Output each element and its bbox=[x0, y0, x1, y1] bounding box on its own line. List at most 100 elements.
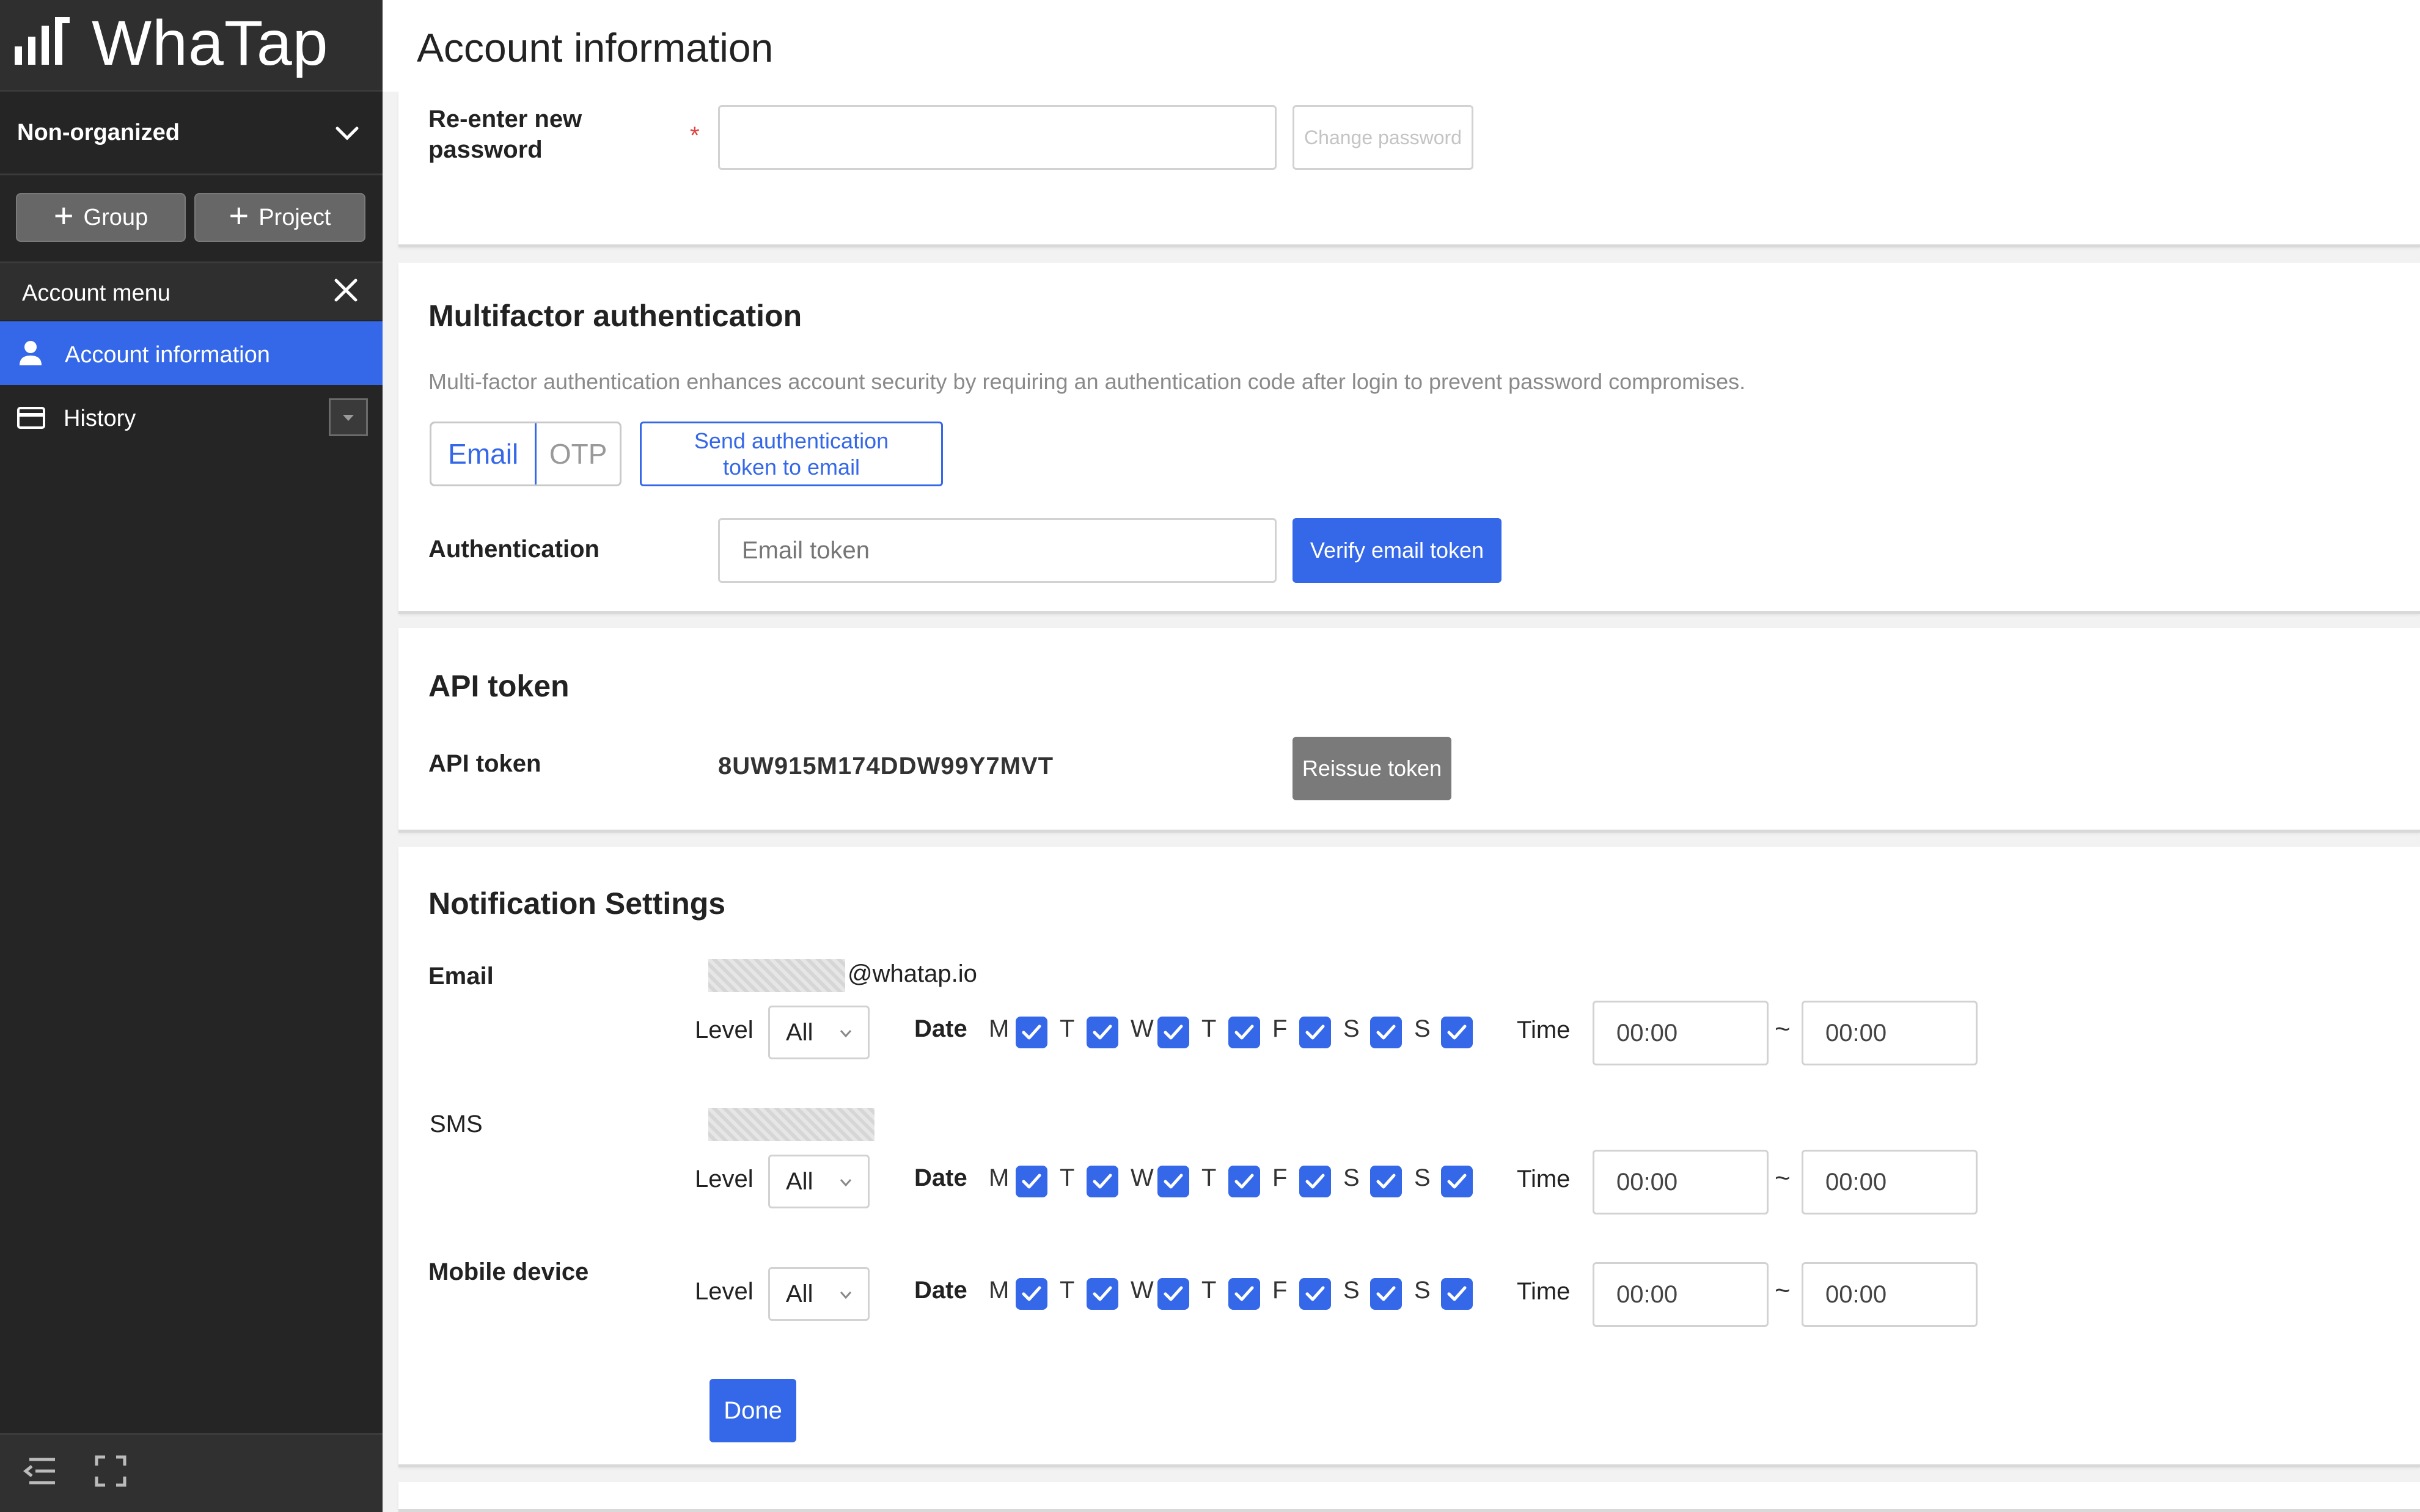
reenter-password-label: Re-enter new password bbox=[428, 106, 582, 163]
check-icon bbox=[1234, 1174, 1254, 1189]
time-to-input[interactable]: 00:00 bbox=[1802, 1001, 1978, 1065]
level-select[interactable]: All bbox=[768, 1155, 870, 1208]
day-checkbox[interactable] bbox=[1299, 1017, 1331, 1048]
verify-email-token-button[interactable]: Verify email token bbox=[1292, 518, 1502, 583]
required-mark: * bbox=[690, 122, 700, 149]
add-group-button[interactable]: + Group bbox=[16, 193, 186, 242]
level-value: All bbox=[786, 1280, 813, 1307]
level-select[interactable]: All bbox=[768, 1006, 870, 1059]
day-checkbox[interactable] bbox=[1370, 1278, 1402, 1310]
check-icon bbox=[1376, 1286, 1396, 1301]
day-checkbox[interactable] bbox=[1087, 1278, 1118, 1310]
redacted-email-username bbox=[708, 959, 845, 992]
day-label: S bbox=[1343, 1164, 1360, 1191]
day-checkbox[interactable] bbox=[1441, 1166, 1473, 1197]
api-token-label: API token bbox=[428, 750, 541, 777]
sidebar-item-account-information[interactable]: Account information bbox=[0, 321, 383, 385]
day-label: S bbox=[1343, 1015, 1360, 1042]
check-icon bbox=[1022, 1286, 1041, 1301]
reissue-token-button[interactable]: Reissue token bbox=[1292, 737, 1451, 800]
day-checkbox[interactable] bbox=[1016, 1017, 1047, 1048]
day-label: F bbox=[1272, 1015, 1288, 1042]
card-icon bbox=[17, 407, 45, 429]
day-checkbox[interactable] bbox=[1370, 1017, 1402, 1048]
day-checkbox[interactable] bbox=[1016, 1166, 1047, 1197]
date-label: Date bbox=[914, 1164, 967, 1191]
add-project-button[interactable]: + Project bbox=[194, 193, 365, 242]
time-to-input[interactable]: 00:00 bbox=[1802, 1150, 1978, 1214]
sms-channel-label: SMS bbox=[430, 1111, 483, 1138]
sidebar-item-history[interactable]: History bbox=[0, 386, 383, 447]
method-email-option[interactable]: Email bbox=[431, 423, 537, 484]
day-checkbox[interactable] bbox=[1441, 1017, 1473, 1048]
plus-icon: + bbox=[53, 196, 74, 235]
level-label: Level bbox=[695, 1166, 754, 1192]
send-auth-token-button[interactable]: Send authentication token to email bbox=[640, 422, 943, 486]
organization-label: Non-organized bbox=[17, 120, 180, 145]
level-value: All bbox=[786, 1018, 813, 1046]
chevron-down-icon bbox=[840, 1291, 852, 1299]
day-checkbox[interactable] bbox=[1370, 1166, 1402, 1197]
mfa-method-toggle: Email OTP bbox=[430, 422, 622, 486]
redacted-phone-number bbox=[708, 1108, 875, 1141]
change-password-button[interactable]: Change password bbox=[1292, 105, 1473, 170]
day-checkbox[interactable] bbox=[1228, 1166, 1260, 1197]
check-icon bbox=[1234, 1024, 1254, 1040]
date-label: Date bbox=[914, 1277, 967, 1304]
sidebar-item-label: History bbox=[64, 406, 136, 431]
time-from-input[interactable]: 00:00 bbox=[1593, 1001, 1769, 1065]
day-checkbox[interactable] bbox=[1228, 1017, 1260, 1048]
mfa-title: Multifactor authentication bbox=[428, 299, 802, 333]
time-to-input[interactable]: 00:00 bbox=[1802, 1262, 1978, 1327]
email-address: @whatap.io bbox=[848, 960, 977, 987]
plus-icon: + bbox=[229, 196, 249, 235]
time-label: Time bbox=[1517, 1166, 1571, 1192]
day-checkbox[interactable] bbox=[1087, 1017, 1118, 1048]
date-label: Date bbox=[914, 1015, 967, 1042]
check-icon bbox=[1447, 1174, 1467, 1189]
day-checkbox[interactable] bbox=[1228, 1278, 1260, 1310]
mfa-card: Multifactor authentication Multi-factor … bbox=[398, 263, 2420, 614]
fullscreen-icon[interactable] bbox=[94, 1455, 127, 1488]
day-checkbox[interactable] bbox=[1157, 1166, 1189, 1197]
check-icon bbox=[1305, 1286, 1325, 1301]
day-label: T bbox=[1201, 1164, 1217, 1191]
whatap-logo-icon bbox=[15, 17, 70, 65]
time-from-input[interactable]: 00:00 bbox=[1593, 1150, 1769, 1214]
app-name: WhaTap bbox=[92, 8, 329, 79]
day-checkbox[interactable] bbox=[1299, 1278, 1331, 1310]
notification-title: Notification Settings bbox=[428, 886, 726, 921]
done-button[interactable]: Done bbox=[710, 1379, 796, 1442]
authentication-label: Authentication bbox=[428, 536, 600, 563]
day-label: F bbox=[1272, 1164, 1288, 1191]
user-icon bbox=[20, 341, 42, 365]
organization-selector[interactable]: Non-organized bbox=[0, 93, 383, 175]
time-from-input[interactable]: 00:00 bbox=[1593, 1262, 1769, 1327]
level-label: Level bbox=[695, 1278, 754, 1305]
check-icon bbox=[1376, 1024, 1396, 1040]
collapse-sidebar-icon[interactable] bbox=[23, 1455, 57, 1488]
email-token-input[interactable] bbox=[718, 518, 1277, 583]
check-icon bbox=[1093, 1286, 1112, 1301]
day-checkbox[interactable] bbox=[1087, 1166, 1118, 1197]
day-checkbox[interactable] bbox=[1157, 1017, 1189, 1048]
notification-settings-card: Notification Settings Email @whatap.io L… bbox=[398, 847, 2420, 1467]
level-select[interactable]: All bbox=[768, 1267, 870, 1321]
method-otp-option[interactable]: OTP bbox=[537, 423, 620, 484]
day-checkbox[interactable] bbox=[1016, 1278, 1047, 1310]
day-label: F bbox=[1272, 1277, 1288, 1304]
sidebar-footer bbox=[0, 1433, 383, 1512]
history-expand-button[interactable] bbox=[329, 398, 368, 436]
close-icon[interactable] bbox=[332, 277, 359, 304]
level-value: All bbox=[786, 1167, 813, 1195]
day-checkbox[interactable] bbox=[1299, 1166, 1331, 1197]
app-logo[interactable]: WhaTap bbox=[0, 0, 383, 92]
day-checkbox[interactable] bbox=[1441, 1278, 1473, 1310]
reenter-password-input[interactable] bbox=[718, 105, 1277, 170]
day-checkbox[interactable] bbox=[1157, 1278, 1189, 1310]
next-card bbox=[398, 1482, 2420, 1512]
add-project-label: Project bbox=[258, 204, 331, 230]
api-token-value: 8UW915M174DDW99Y7MVT bbox=[718, 753, 1054, 780]
day-label: T bbox=[1060, 1164, 1075, 1191]
day-label: S bbox=[1414, 1015, 1431, 1042]
